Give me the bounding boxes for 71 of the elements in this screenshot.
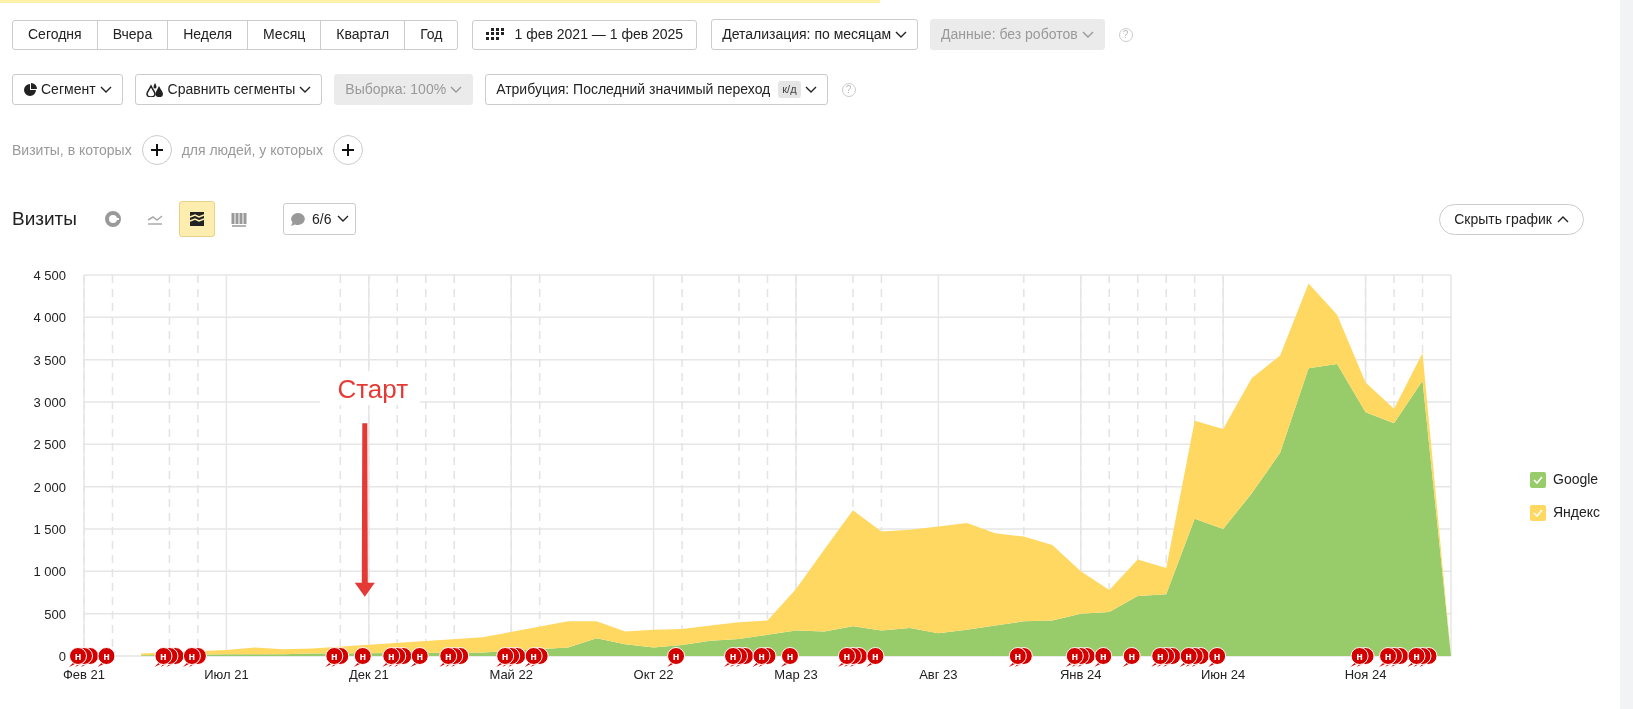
compare-segments-button[interactable]: Сравнить сегменты — [134, 74, 323, 105]
axis-label: 2 500 — [33, 437, 66, 453]
note-marker[interactable]: н — [1122, 647, 1141, 667]
note-marker[interactable]: н — [781, 647, 799, 667]
check-icon — [1533, 475, 1543, 484]
plus-icon — [149, 143, 164, 157]
axis-label: 1 000 — [33, 564, 66, 580]
note-marker[interactable]: н — [97, 647, 116, 667]
chart-type-button[interactable] — [179, 201, 215, 237]
legend-checkbox[interactable] — [1530, 471, 1546, 488]
period-button[interactable]: Год — [404, 19, 459, 50]
axis-label: 0 — [58, 649, 66, 664]
axis-label: 4 500 — [33, 268, 66, 283]
period-button[interactable]: Сегодня — [12, 19, 98, 50]
check-icon — [1533, 508, 1543, 517]
axis-label: Янв 24 — [1060, 667, 1102, 682]
segment-button[interactable]: Сегмент — [12, 74, 123, 105]
chevron-down-icon — [804, 85, 817, 94]
chevron-down-icon — [99, 85, 112, 94]
drops-icon — [145, 82, 164, 97]
pie-icon — [23, 82, 37, 97]
axis-label: 1 500 — [33, 522, 66, 537]
date-range-button[interactable]: 1 фев 2021 — 1 фев 2025 — [472, 19, 698, 50]
axis-label: Июн 24 — [1201, 667, 1246, 682]
filter-label: для людей, у которых — [181, 140, 323, 160]
legend-checkbox[interactable] — [1530, 504, 1546, 521]
axis-label: 4 000 — [33, 310, 66, 326]
notes-dropdown[interactable]: 6/6 — [283, 203, 357, 235]
speech-bubble-icon — [290, 211, 306, 227]
axis-label: Май 22 — [489, 667, 533, 682]
axis-label: Мар 23 — [774, 667, 818, 682]
chevron-down-icon — [450, 85, 463, 94]
dropdown-button[interactable]: Атрибуция: Последний значимый переход к/д — [485, 74, 828, 105]
section-title: Визиты — [12, 206, 77, 231]
legend-label: Яндекс — [1553, 503, 1601, 522]
start-label: Старт — [337, 374, 409, 405]
note-marker[interactable]: н — [1208, 647, 1227, 667]
chevron-down-icon — [1081, 30, 1094, 39]
note-marker[interactable]: н — [410, 647, 429, 667]
period-button[interactable]: Квартал — [320, 19, 406, 50]
note-marker[interactable]: н — [667, 647, 686, 667]
note-marker[interactable]: н — [1094, 647, 1113, 667]
axis-label: 3 000 — [33, 395, 66, 410]
chevron-down-icon — [895, 30, 908, 39]
note-marker[interactable]: н — [866, 647, 885, 667]
axis-label: Фев 21 — [62, 667, 106, 682]
chevron-down-icon — [337, 215, 350, 223]
chevron-down-icon — [299, 85, 312, 94]
plus-icon — [340, 143, 355, 157]
axis-label: Июл 21 — [204, 667, 249, 682]
axis-label: Дек 21 — [348, 667, 389, 682]
filter-label: Визиты, в которых — [12, 140, 132, 160]
note-marker[interactable]: н — [353, 647, 372, 667]
chevron-up-icon — [1557, 215, 1569, 223]
pie-chart-icon — [103, 209, 123, 229]
period-button[interactable]: Месяц — [247, 19, 322, 50]
badge: к/д — [778, 81, 801, 98]
add-condition-button[interactable] — [141, 135, 172, 165]
legend-label: Google — [1553, 470, 1599, 489]
period-button[interactable]: Вчера — [96, 19, 169, 50]
stacked-area-icon — [187, 209, 207, 229]
dropdown-button[interactable]: Детализация: по месяцам — [711, 19, 919, 50]
axis-label: Авг 23 — [919, 667, 958, 682]
axis-label: 2 000 — [33, 479, 66, 495]
add-condition-button[interactable] — [332, 135, 363, 165]
period-button[interactable]: Неделя — [167, 19, 249, 50]
axis-label: Ноя 24 — [1344, 667, 1387, 682]
axis-label: 3 500 — [33, 352, 66, 368]
axis-label: Окт 22 — [633, 667, 674, 682]
calendar-icon — [486, 28, 505, 41]
axis-label: 500 — [44, 606, 66, 622]
